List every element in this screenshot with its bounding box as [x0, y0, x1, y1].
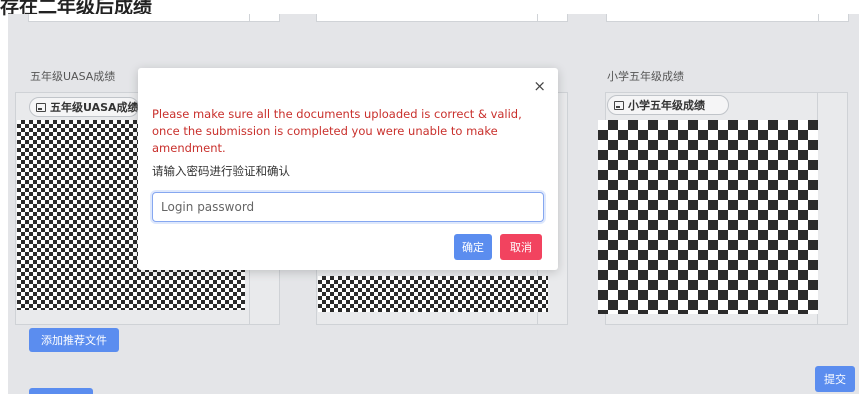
file-tag-label: 五年级UASA成绩	[50, 101, 139, 114]
modal-hint-text: 请输入密码进行验证和确认	[152, 164, 290, 178]
uploaded-image-primary5	[598, 120, 818, 314]
password-input[interactable]	[152, 192, 544, 222]
close-icon[interactable]: ×	[533, 77, 546, 95]
submit-button[interactable]: 提交	[815, 366, 855, 392]
section-label-primary5: 小学五年级成绩	[607, 70, 684, 83]
confirm-button[interactable]: 确定	[454, 234, 492, 260]
add-recommend-file-button[interactable]: 添加推荐文件	[29, 328, 119, 352]
cancel-button[interactable]: 取消	[500, 234, 542, 260]
image-icon	[36, 102, 46, 112]
cutoff-button[interactable]	[29, 388, 93, 394]
file-tag-primary5[interactable]: 小学五年级成绩	[607, 95, 729, 115]
section-label-uasa: 五年级UASA成绩	[30, 70, 116, 83]
upload-box-top-3[interactable]	[606, 14, 849, 22]
file-tag-label: 小学五年级成绩	[628, 99, 705, 112]
password-confirm-modal: × Please make sure all the documents upl…	[138, 68, 558, 270]
uploaded-image-middle	[318, 276, 548, 312]
page-heading: 存在二年级后成绩	[0, 0, 153, 18]
upload-box-top-1[interactable]	[28, 14, 280, 22]
upload-box-top-2[interactable]	[316, 14, 568, 22]
file-tag-uasa[interactable]: 五年级UASA成绩	[29, 97, 139, 117]
modal-warning-text: Please make sure all the documents uploa…	[152, 107, 522, 155]
image-icon	[614, 100, 624, 110]
